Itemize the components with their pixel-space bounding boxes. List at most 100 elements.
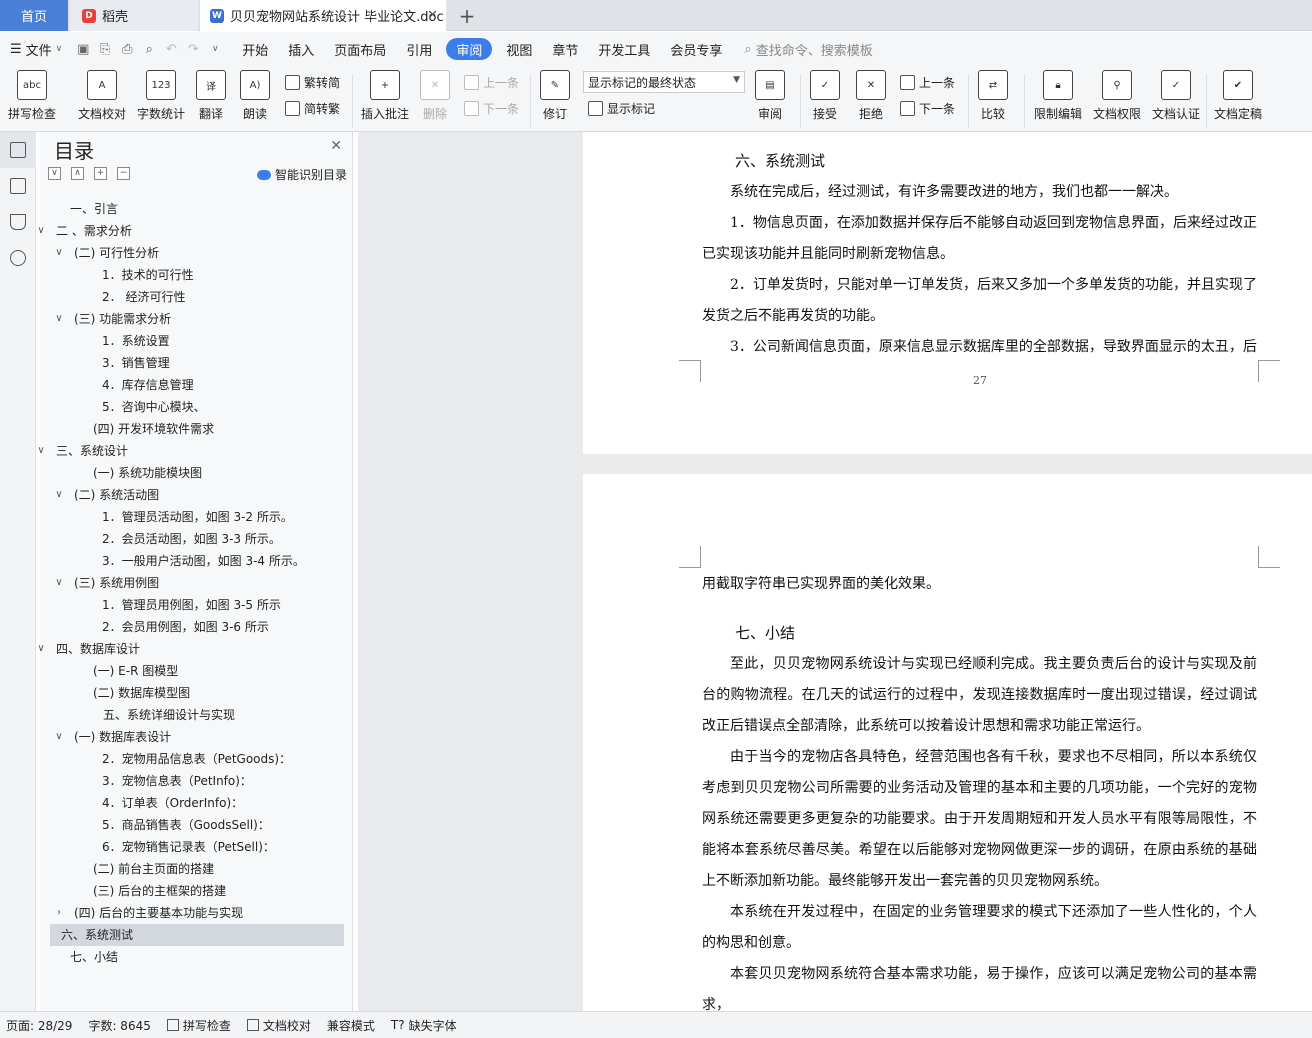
word-count-indicator[interactable]: 字数: 8645 (88, 1017, 150, 1034)
toc-item[interactable]: ∨ (一) 数据库表设计 (50, 726, 344, 748)
toc-item[interactable]: (二) 前台主页面的搭建 (50, 858, 344, 880)
doc-permission-button[interactable]: ⚲ 文档权限 (1093, 70, 1141, 122)
prev-comment-button[interactable]: 上一条 (464, 74, 519, 91)
toc-item[interactable]: ∨ 二 、需求分析 (37, 220, 344, 242)
toc-item[interactable]: 2．会员活动图，如图 3-3 所示。 (50, 528, 344, 550)
toc-item[interactable]: 2．会员用例图，如图 3-6 所示 (50, 616, 344, 638)
preview-icon[interactable]: ⌕ (138, 38, 160, 60)
toc-item[interactable]: 五、系统详细设计与实现 (50, 704, 344, 726)
bookmark-button[interactable] (0, 204, 36, 240)
chevron-down-icon[interactable]: ∨ (36, 638, 46, 660)
toc-item[interactable]: ∨ 三、系统设计 (37, 440, 344, 462)
menu-developer[interactable]: 开发工具 (588, 38, 660, 60)
find-button[interactable] (0, 240, 36, 276)
menu-references[interactable]: 引用 (396, 38, 442, 60)
insert-comment-button[interactable]: + 插入批注 (361, 70, 409, 122)
chevron-down-icon[interactable]: ∨ (54, 726, 64, 748)
spell-check-status[interactable]: 拼写检查 (166, 1017, 231, 1034)
menu-view[interactable]: 视图 (496, 38, 542, 60)
close-icon[interactable]: ✕ (427, 8, 438, 23)
undo-icon[interactable]: ↶ (160, 38, 182, 60)
toc-item[interactable]: ∨ (二) 系统活动图 (50, 484, 344, 506)
toc-item[interactable]: ∨ (三) 系统用例图 (50, 572, 344, 594)
toc-item[interactable]: 2． 经济可行性 (50, 286, 344, 308)
restrict-edit-button[interactable]: 🔒︎ 限制编辑 (1034, 70, 1082, 122)
print-icon[interactable]: ⎙ (116, 38, 138, 60)
toc-item[interactable]: 1．管理员活动图，如图 3-2 所示。 (50, 506, 344, 528)
menu-member[interactable]: 会员专享 (660, 38, 732, 60)
menu-insert[interactable]: 插入 (278, 38, 324, 60)
toc-item[interactable]: 3．销售管理 (50, 352, 344, 374)
menu-review[interactable]: 审阅 (446, 38, 493, 60)
toc-item[interactable]: 5．商品销售表（GoodsSell)： (50, 814, 344, 836)
menu-layout[interactable]: 页面布局 (324, 38, 396, 60)
doc-certify-button[interactable]: ✓ 文档认证 (1152, 70, 1200, 122)
finalize-button[interactable]: ✔ 文档定稿 (1214, 70, 1262, 122)
next-comment-button[interactable]: 下一条 (464, 100, 519, 117)
quick-access-dropdown-icon[interactable]: ∨ (204, 38, 226, 60)
toc-item[interactable]: (一) E-R 图模型 (50, 660, 344, 682)
chevron-down-icon[interactable]: ∨ (36, 220, 46, 242)
doc-proof-button[interactable]: A 文档校对 (78, 70, 126, 122)
toc-item[interactable]: 5．咨询中心模块、 (50, 396, 344, 418)
prev-change-button[interactable]: 上一条 (900, 74, 955, 91)
word-count-button[interactable]: 123 字数统计 (137, 70, 185, 122)
toc-panel-button[interactable] (0, 132, 36, 168)
collapse-all-icon[interactable]: ∧ (71, 167, 84, 180)
chevron-right-icon[interactable]: › (54, 902, 64, 924)
chapter-nav-button[interactable] (0, 168, 36, 204)
toc-item[interactable]: 1．系统设置 (50, 330, 344, 352)
delete-comment-button[interactable]: ✕ 删除 (420, 70, 450, 122)
toc-item[interactable]: 3．宠物信息表（PetInfo)： (50, 770, 344, 792)
export-icon[interactable]: ⎘ (94, 38, 116, 60)
menu-chapter[interactable]: 章节 (542, 38, 588, 60)
toc-item[interactable]: (四) 开发环境软件需求 (50, 418, 344, 440)
track-changes-button[interactable]: ✎ 修订 (540, 70, 570, 122)
tab-daoke[interactable]: D 稻壳 (70, 0, 198, 31)
toc-item[interactable]: 1．管理员用例图，如图 3-5 所示 (50, 594, 344, 616)
menu-start[interactable]: 开始 (232, 38, 278, 60)
add-heading-icon[interactable]: + (94, 167, 107, 180)
review-pane-button[interactable]: ▤ 审阅 (755, 70, 785, 122)
toc-item[interactable]: ∨ (三) 功能需求分析 (50, 308, 344, 330)
toc-item[interactable]: (三) 后台的主框架的搭建 (50, 880, 344, 902)
redo-icon[interactable]: ↷ (182, 38, 204, 60)
toc-item[interactable]: (二) 数据库模型图 (50, 682, 344, 704)
markup-state-select[interactable]: 显示标记的最终状态 ▼ (583, 71, 745, 93)
reject-button[interactable]: ✕ 拒绝 (856, 70, 886, 122)
toc-item[interactable]: 3．一般用户活动图，如图 3-4 所示。 (50, 550, 344, 572)
toc-item[interactable]: 一、引言 (50, 198, 344, 220)
simp-to-trad-button[interactable]: 简转繁 (285, 100, 340, 117)
toc-item[interactable]: 2．宠物用品信息表（PetGoods)： (50, 748, 344, 770)
toc-item[interactable]: 4．订单表（OrderInfo)： (50, 792, 344, 814)
translate-button[interactable]: 译翻译 (196, 70, 226, 122)
command-search[interactable]: ⌕ 查找命令、搜索模板 (744, 40, 872, 59)
file-menu[interactable]: ☰ 文件 ∨ (0, 38, 72, 60)
proof-status[interactable]: 文档校对 (246, 1017, 311, 1034)
toc-item[interactable]: (一) 系统功能模块图 (50, 462, 344, 484)
trad-to-simp-button[interactable]: 繁转简 (285, 74, 340, 91)
toc-item[interactable]: › (四) 后台的主要基本功能与实现 (50, 902, 344, 924)
show-markup-button[interactable]: 显示标记 (588, 100, 655, 117)
toc-item[interactable]: 六、系统测试 (50, 924, 344, 946)
toc-item[interactable]: 4．库存信息管理 (50, 374, 344, 396)
page-indicator[interactable]: 页面: 28/29 (6, 1017, 72, 1034)
expand-all-icon[interactable]: ∨ (48, 167, 61, 180)
read-aloud-button[interactable]: A) 朗读 (240, 70, 270, 122)
next-change-button[interactable]: 下一条 (900, 100, 955, 117)
compare-button[interactable]: ⇄ 比较 (978, 70, 1008, 122)
chevron-down-icon[interactable]: ∨ (54, 484, 64, 506)
new-tab-button[interactable]: + (452, 0, 482, 31)
save-icon[interactable]: ▣ (72, 38, 94, 60)
toc-item[interactable]: 6．宠物销售记录表（PetSell)： (50, 836, 344, 858)
tab-document[interactable]: W 贝贝宠物网站系统设计 毕业论文.doc ✕ (200, 0, 446, 31)
close-icon[interactable]: ✕ (330, 138, 342, 154)
toc-item[interactable]: 1．技术的可行性 (50, 264, 344, 286)
chevron-down-icon[interactable]: ∨ (54, 242, 64, 264)
spell-check-button[interactable]: abc 拼写检查 (8, 70, 56, 122)
toc-item[interactable]: 七、小结 (50, 946, 344, 968)
toc-item[interactable]: ∨ 四、数据库设计 (37, 638, 344, 660)
chevron-down-icon[interactable]: ∨ (36, 440, 46, 462)
missing-font-status[interactable]: T? 缺失字体 (391, 1017, 457, 1034)
chevron-down-icon[interactable]: ∨ (54, 308, 64, 330)
